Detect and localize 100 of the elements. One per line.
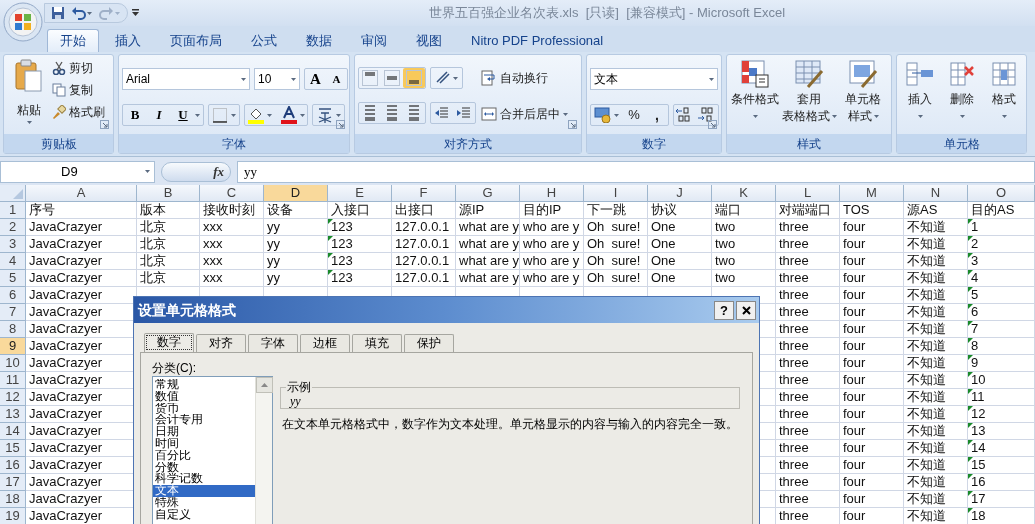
customize-menu-icon[interactable] [132, 9, 139, 17]
row-header[interactable]: 18 [0, 491, 26, 508]
undo-icon[interactable] [71, 6, 93, 20]
dialog-launcher-icon[interactable] [708, 120, 717, 129]
row-header[interactable]: 10 [0, 355, 26, 372]
grow-font-button[interactable]: A [305, 69, 326, 89]
row-header[interactable]: 4 [0, 253, 26, 270]
font-size-field[interactable]: 10 [254, 68, 300, 90]
dialog-tab[interactable]: 数字 [144, 333, 194, 352]
shrink-font-button[interactable]: A [326, 69, 347, 89]
dialog-tab[interactable]: 字体 [248, 334, 298, 352]
font-style-button[interactable]: B [123, 105, 147, 125]
ribbon-command[interactable]: 格式刷 [50, 103, 107, 121]
list-item[interactable]: 科学记数 [153, 473, 255, 486]
row-header[interactable]: 16 [0, 457, 26, 474]
list-item[interactable]: 分数 [153, 461, 255, 474]
scroll-up-icon[interactable] [256, 377, 273, 393]
row-header[interactable]: 8 [0, 321, 26, 338]
row-header[interactable]: 6 [0, 287, 26, 304]
close-button[interactable] [736, 300, 756, 320]
column-header[interactable]: M [840, 185, 904, 202]
comma-button[interactable]: , [646, 104, 668, 126]
borders-button[interactable] [208, 104, 240, 126]
column-header[interactable]: A [26, 185, 137, 202]
column-header[interactable]: E [328, 185, 392, 202]
dialog-tab[interactable]: 填充 [352, 334, 402, 352]
name-box[interactable]: D9 [0, 160, 155, 183]
column-header[interactable]: B [137, 185, 200, 202]
ribbon-button[interactable]: 套用 表格格式 [783, 59, 835, 125]
merge-center-button[interactable]: 合并后居中 [481, 105, 568, 123]
row-header[interactable]: 3 [0, 236, 26, 253]
ribbon-tab[interactable]: 视图 [403, 29, 455, 52]
list-item[interactable]: 时间 [153, 438, 255, 450]
dialog-tab[interactable]: 对齐 [196, 334, 246, 352]
number-format-field[interactable]: 文本 [590, 68, 718, 90]
row-header[interactable]: 14 [0, 423, 26, 440]
align-button[interactable] [403, 68, 425, 88]
percent-button[interactable]: % [622, 105, 646, 125]
ribbon-button[interactable]: 格式 [985, 61, 1023, 125]
row-header[interactable]: 7 [0, 304, 26, 321]
ribbon-button[interactable]: 插入 [901, 61, 939, 125]
fill-color-button[interactable] [247, 106, 272, 124]
insert-function-button[interactable]: fx [213, 161, 224, 182]
ribbon-tab[interactable]: 审阅 [348, 29, 400, 52]
list-item[interactable]: 百分比 [153, 449, 255, 462]
column-header[interactable]: N [904, 185, 968, 202]
orientation-button[interactable] [430, 67, 463, 89]
ribbon-button[interactable]: 单元格 样式 [837, 59, 889, 125]
ribbon-button[interactable]: 条件格式 [729, 59, 781, 125]
help-button[interactable]: ? [714, 300, 734, 320]
dialog-tab[interactable]: 保护 [404, 334, 454, 352]
phonetic-button[interactable] [312, 104, 345, 126]
font-name-field[interactable]: Arial [122, 68, 250, 90]
row-header[interactable]: 9 [0, 338, 26, 355]
row-header[interactable]: 12 [0, 389, 26, 406]
font-style-button[interactable]: I [147, 105, 171, 125]
list-item[interactable]: 数值 [153, 390, 255, 403]
row-header[interactable]: 5 [0, 270, 26, 287]
row-header[interactable]: 1 [0, 202, 26, 219]
align-button[interactable] [359, 68, 381, 88]
list-item[interactable]: 日期 [153, 426, 255, 438]
column-header[interactable]: D [264, 185, 328, 202]
ribbon-tab[interactable]: 插入 [102, 29, 154, 52]
paste-button[interactable]: 粘贴 [11, 57, 47, 126]
ribbon-tab[interactable]: 开始 [47, 29, 99, 52]
row-header[interactable]: 19 [0, 508, 26, 524]
ribbon-button[interactable]: 删除 [943, 61, 981, 125]
column-header[interactable]: O [968, 185, 1035, 202]
save-icon[interactable] [51, 6, 65, 20]
list-item[interactable]: 常规 [153, 379, 255, 391]
dialog-launcher-icon[interactable] [568, 120, 577, 129]
column-header[interactable]: F [392, 185, 456, 202]
formula-input[interactable]: yy [237, 160, 1035, 183]
column-header[interactable]: L [776, 185, 840, 202]
align-button[interactable] [381, 68, 403, 88]
row-header[interactable]: 17 [0, 474, 26, 491]
list-item[interactable]: 特殊 [153, 496, 255, 509]
row-header[interactable]: 2 [0, 219, 26, 236]
column-header[interactable]: K [712, 185, 776, 202]
font-style-button[interactable]: U [171, 105, 195, 125]
column-header[interactable]: C [200, 185, 264, 202]
row-header[interactable]: 13 [0, 406, 26, 423]
dialog-tab[interactable]: 边框 [300, 334, 350, 352]
ribbon-tab[interactable]: Nitro PDF Professional [458, 29, 617, 52]
ribbon-command[interactable]: 复制 [50, 81, 107, 99]
column-header[interactable]: J [648, 185, 712, 202]
ribbon-tab[interactable]: 公式 [238, 29, 290, 52]
wrap-text-button[interactable]: 自动换行 [481, 69, 548, 87]
column-header[interactable]: H [520, 185, 584, 202]
ribbon-tab[interactable]: 数据 [293, 29, 345, 52]
row-header[interactable]: 15 [0, 440, 26, 457]
font-color-button[interactable] [280, 106, 305, 124]
accounting-format-button[interactable] [591, 107, 622, 123]
dialog-launcher-icon[interactable] [336, 120, 345, 129]
column-header[interactable]: G [456, 185, 520, 202]
ribbon-tab[interactable]: 页面布局 [157, 29, 235, 52]
column-header[interactable]: I [584, 185, 648, 202]
row-header[interactable]: 11 [0, 372, 26, 389]
dialog-launcher-icon[interactable] [100, 120, 109, 129]
ribbon-command[interactable]: 剪切 [50, 59, 107, 77]
